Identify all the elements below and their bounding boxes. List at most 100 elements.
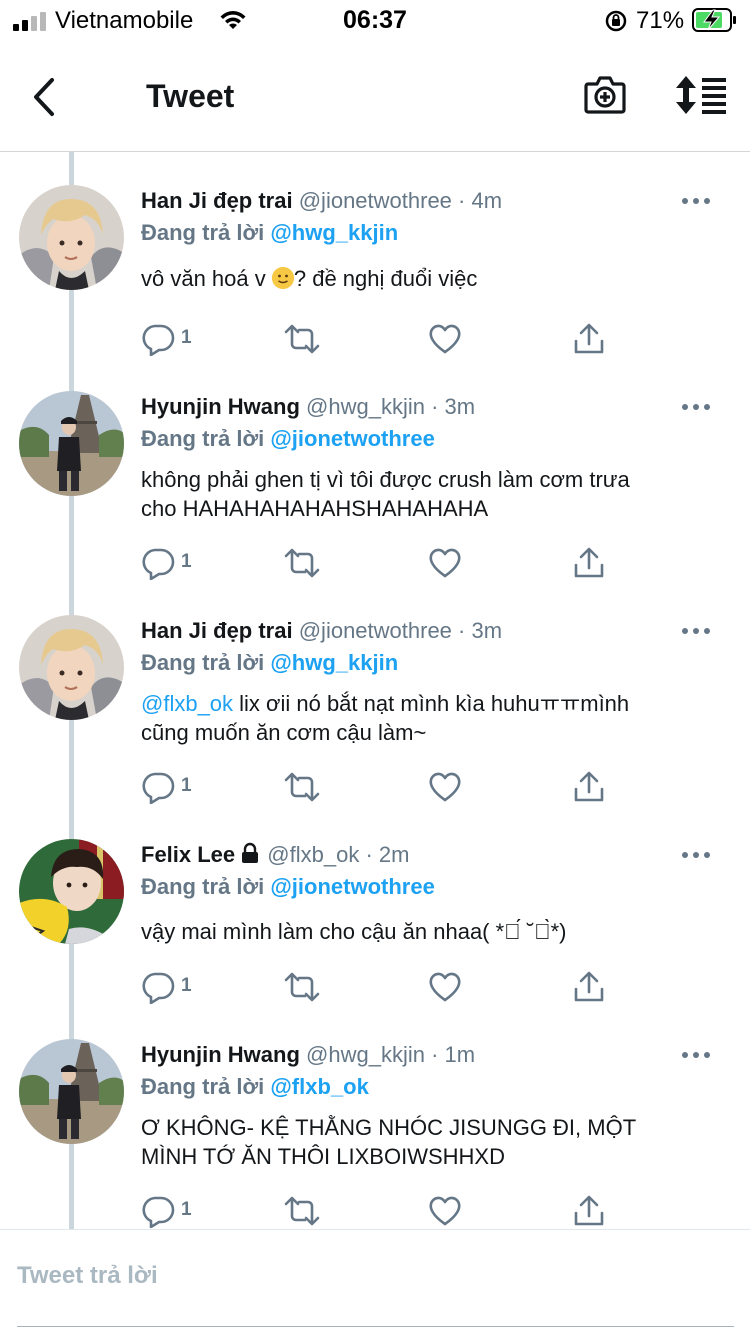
user-handle[interactable]: @flxb_ok: [267, 842, 359, 867]
like-button[interactable]: [428, 770, 464, 804]
display-name[interactable]: Han Ji đẹp trai: [141, 188, 293, 213]
replying-handle-link[interactable]: @hwg_kkjin: [270, 220, 398, 245]
tweet-text: Ơ KHÔNG- KỆ THẰNG NHÓC JISUNGG ĐI, MỘT M…: [141, 1113, 721, 1171]
user-handle[interactable]: @jionetwothree: [299, 618, 452, 643]
share-button[interactable]: [572, 770, 608, 804]
display-name[interactable]: Felix Lee: [141, 842, 235, 867]
share-button[interactable]: [572, 970, 608, 1004]
battery-charging-icon: [692, 8, 736, 32]
timestamp: 2m: [378, 842, 410, 867]
more-icon[interactable]: [682, 852, 710, 860]
tweet-actions: 1: [141, 970, 611, 1005]
tweet-text-line: cho HAHAHAHAHAHSHAHAHAHA: [141, 496, 489, 521]
retweet-button[interactable]: [283, 322, 323, 356]
reply-count: 1: [181, 327, 192, 348]
tweet-text-line: MÌNH TỚ ĂN THÔI LIXBOIWSHHXD: [141, 1144, 505, 1169]
display-name[interactable]: Hyunjin Hwang: [141, 394, 300, 419]
reply-icon: [142, 548, 175, 581]
rotation-lock-icon: [605, 10, 627, 32]
share-button[interactable]: [572, 546, 608, 580]
reply-composer: Tweet trả lời: [0, 1229, 750, 1334]
share-button[interactable]: [572, 1194, 608, 1228]
replying-label: Đang trả lời: [141, 650, 265, 675]
reply-icon: [142, 772, 175, 805]
like-button[interactable]: [428, 970, 464, 1004]
avatar[interactable]: [19, 185, 124, 290]
more-icon[interactable]: [682, 404, 710, 412]
share-icon: [574, 1195, 604, 1226]
replying-to: Đang trả lời @flxb_ok: [141, 1071, 369, 1103]
display-name[interactable]: Han Ji đẹp trai: [141, 618, 293, 643]
retweet-button[interactable]: [283, 770, 323, 804]
like-button[interactable]: [428, 1194, 464, 1228]
more-icon[interactable]: [682, 628, 710, 636]
retweet-icon: [284, 972, 320, 1002]
tweet[interactable]: Felix Lee @flxb_ok · 2m Đang trả lời @ji…: [0, 839, 750, 1019]
reply-input[interactable]: Tweet trả lời: [17, 1262, 158, 1290]
like-icon: [429, 324, 461, 354]
retweet-button[interactable]: [283, 970, 323, 1004]
more-icon[interactable]: [682, 198, 710, 206]
retweet-button[interactable]: [283, 546, 323, 580]
tweet-header: Hyunjin Hwang @hwg_kkjin · 1m: [141, 1039, 475, 1071]
tweet[interactable]: Hyunjin Hwang @hwg_kkjin · 1m Đang trả l…: [0, 1039, 750, 1229]
mention-link[interactable]: @flxb_ok: [141, 691, 233, 716]
lock-icon: [242, 842, 259, 863]
share-icon: [574, 771, 604, 802]
user-handle[interactable]: @jionetwothree: [299, 188, 452, 213]
tweet-header: Han Ji đẹp trai @jionetwothree · 4m: [141, 185, 502, 217]
battery-percent: 71%: [636, 7, 685, 34]
like-button[interactable]: [428, 322, 464, 356]
replying-handle-link[interactable]: @hwg_kkjin: [270, 650, 398, 675]
avatar[interactable]: [19, 391, 124, 496]
more-icon[interactable]: [682, 1052, 710, 1060]
replying-handle-link[interactable]: @jionetwothree: [270, 874, 434, 899]
back-chevron-icon[interactable]: [24, 72, 64, 122]
sort-icon[interactable]: [674, 74, 728, 116]
avatar[interactable]: [19, 839, 124, 944]
reply-button[interactable]: 1: [141, 970, 201, 1005]
replying-handle-link[interactable]: @flxb_ok: [270, 1074, 368, 1099]
like-button[interactable]: [428, 546, 464, 580]
reply-count: 1: [181, 775, 192, 796]
separator-dot: ·: [458, 618, 466, 643]
tweet[interactable]: Hyunjin Hwang @hwg_kkjin · 3m Đang trả l…: [0, 391, 750, 591]
display-name[interactable]: Hyunjin Hwang: [141, 1042, 300, 1067]
user-handle[interactable]: @hwg_kkjin: [306, 1042, 425, 1067]
tweet-text-line: @flxb_ok lix ơii nó bắt nạt mình kìa huh…: [141, 689, 721, 718]
timestamp: 3m: [471, 618, 503, 643]
tweet-header: Hyunjin Hwang @hwg_kkjin · 3m: [141, 391, 475, 423]
replying-to: Đang trả lời @jionetwothree: [141, 423, 435, 455]
camera-plus-icon[interactable]: [582, 72, 628, 118]
timestamp: 1m: [444, 1042, 476, 1067]
tweet-text: vậy mai mình làm cho cậu ăn nhaa( *ต́ ˘ต…: [141, 917, 721, 946]
user-handle[interactable]: @hwg_kkjin: [306, 394, 425, 419]
reply-button[interactable]: 1: [141, 770, 201, 805]
timestamp: 3m: [444, 394, 476, 419]
share-icon: [574, 323, 604, 354]
retweet-icon: [284, 324, 320, 354]
replying-handle-link[interactable]: @jionetwothree: [270, 426, 434, 451]
avatar[interactable]: [19, 615, 124, 720]
like-icon: [429, 972, 461, 1002]
retweet-button[interactable]: [283, 1194, 323, 1228]
tweet-header: Han Ji đẹp trai @jionetwothree · 3m: [141, 615, 502, 647]
reply-button[interactable]: 1: [141, 546, 201, 581]
reply-button[interactable]: 1: [141, 322, 201, 357]
tweet[interactable]: Han Ji đẹp trai @jionetwothree · 4m Đang…: [0, 185, 750, 375]
tweet-text: vô văn hoá v ? đề nghị đuổi việc: [141, 264, 721, 293]
reply-button[interactable]: 1: [141, 1194, 201, 1229]
share-button[interactable]: [572, 322, 608, 356]
status-bar: Vietnamobile 06:37 71%: [0, 0, 750, 42]
page-title: Tweet: [146, 78, 235, 114]
tweet[interactable]: Han Ji đẹp trai @jionetwothree · 3m Đang…: [0, 615, 750, 815]
reply-input-underline: [17, 1326, 734, 1327]
retweet-icon: [284, 1196, 320, 1226]
reply-count: 1: [181, 551, 192, 572]
replying-to: Đang trả lời @jionetwothree: [141, 871, 435, 903]
tweet-text-part: lix ơii nó bắt nạt mình kìa huhuㅠㅠmình: [233, 691, 630, 716]
tweet-text-part: ? đề nghị đuổi việc: [293, 266, 478, 291]
timestamp: 4m: [471, 188, 503, 213]
avatar[interactable]: [19, 1039, 124, 1144]
reply-icon: [142, 972, 175, 1005]
